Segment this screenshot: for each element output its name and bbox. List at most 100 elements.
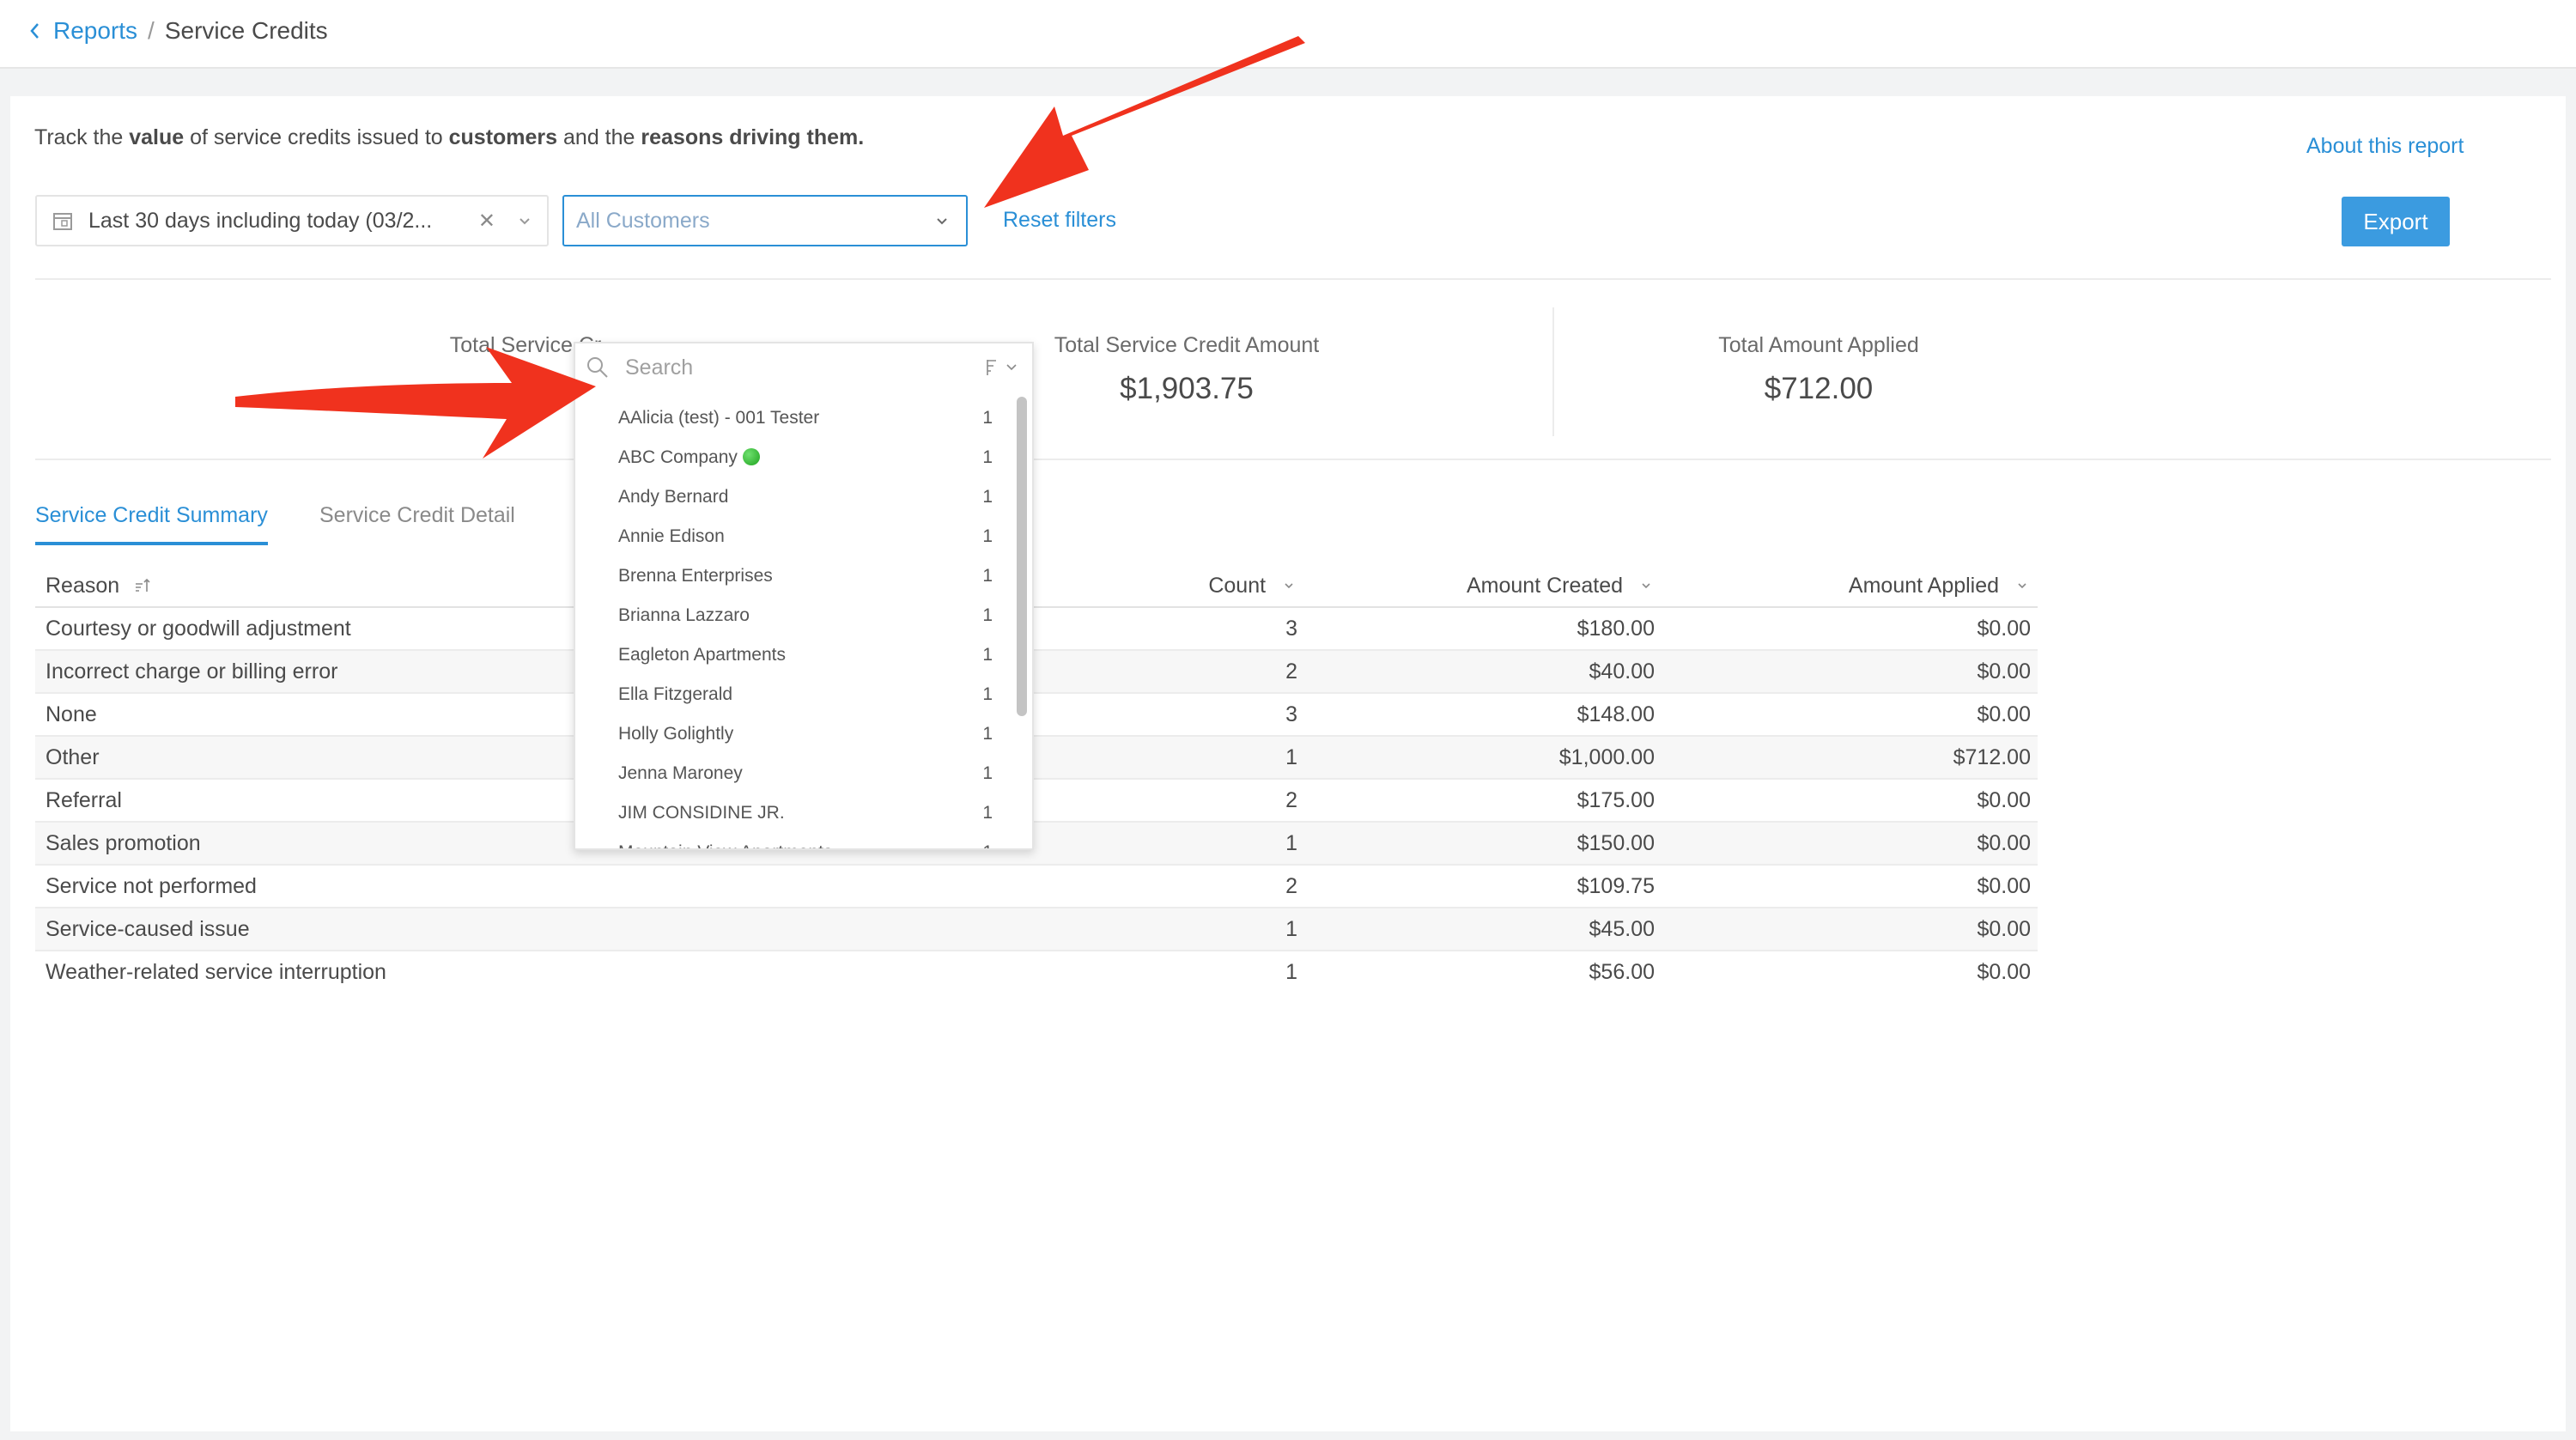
sort-icon[interactable] [982,357,1022,378]
cell-reason: Referral [46,788,122,812]
cell-count: 2 [1285,874,1297,898]
export-button[interactable]: Export [2342,197,2450,246]
customer-option-name: JIM CONSIDINE JR. [618,803,785,823]
tab-service-credit-summary[interactable]: Service Credit Summary [35,503,268,545]
column-header-count[interactable]: Count [1208,565,1297,608]
customer-option[interactable]: Eagleton Apartments 1 [575,635,1013,675]
cell-count: 3 [1285,702,1297,726]
cell-amount-applied: $0.00 [1977,831,2031,855]
customer-option-count: 1 [982,526,993,546]
customer-option[interactable]: Andy Bernard 1 [575,477,1013,517]
dropdown-scrollbar[interactable] [1017,397,1027,716]
customer-filter-placeholder: All Customers [576,208,710,233]
customer-option[interactable]: Annie Edison 1 [575,517,1013,556]
customer-option-name: Mountain View Apartments [618,842,832,848]
table-header-row: Reason Count Amount Created Amount Appli… [35,565,2038,608]
cell-amount-created: $109.75 [1577,874,1655,898]
column-header-amount-applied[interactable]: Amount Applied [1849,565,2031,608]
cell-amount-applied: $0.00 [1977,788,2031,812]
customer-option-count: 1 [982,724,993,744]
customer-option-name: Ella Fitzgerald [618,684,733,704]
customer-option-count: 1 [982,566,993,586]
customer-option-name: Andy Bernard [618,487,729,507]
date-range-filter[interactable]: Last 30 days including today (03/2... ✕ [35,195,549,246]
cell-count: 1 [1285,917,1297,941]
intro-text-3: and the [557,125,641,149]
calendar-icon [53,213,72,230]
cell-reason: Service not performed [46,874,257,898]
clear-icon[interactable]: ✕ [478,209,495,234]
cell-amount-applied: $0.00 [1977,960,2031,984]
cell-amount-created: $1,000.00 [1558,745,1655,769]
cell-amount-applied: $0.00 [1977,702,2031,726]
intro-bold-2: customers [448,125,558,149]
chevron-left-icon [30,23,39,39]
table-row: Other 1 $1,000.00 $712.00 [35,737,2038,780]
customer-option-count: 1 [982,842,993,848]
tab-service-credit-detail[interactable]: Service Credit Detail [319,503,515,528]
cell-amount-applied: $0.00 [1977,659,2031,684]
customer-option-name: Jenna Maroney [618,763,743,783]
customer-option-label: ABC Company [618,447,760,468]
date-range-value: Last 30 days including today (03/2... [88,208,433,233]
sort-asc-icon [136,578,150,592]
dropdown-search-input[interactable] [625,355,951,380]
customer-option-count: 1 [982,645,993,665]
cell-count: 1 [1285,960,1297,984]
breadcrumb-reports-link[interactable]: Reports [26,17,137,45]
breadcrumb-reports-label: Reports [53,17,138,44]
cell-amount-created: $180.00 [1577,617,1655,641]
intro-text-1: Track the [34,125,130,149]
column-header-label: Count [1208,574,1267,598]
stat-total-amount-applied: Total Amount Applied $712.00 [1518,333,2119,406]
cell-amount-created: $175.00 [1577,788,1655,812]
chevron-down-icon [2018,583,2026,589]
chevron-down-icon [1642,583,1650,589]
stat-label: Total Amount Applied [1718,333,1919,357]
customer-option[interactable]: Jenna Maroney 1 [575,754,1013,793]
customer-option-count: 1 [982,605,993,625]
customer-option-name: Eagleton Apartments [618,645,786,665]
customer-filter-select[interactable]: All Customers [562,195,968,246]
customer-option[interactable]: Brianna Lazzaro 1 [575,596,1013,635]
column-header-label: Reason [46,574,120,598]
cell-amount-created: $150.00 [1577,831,1655,855]
customer-option[interactable]: AAlicia (test) - 001 Tester 1 [575,398,1013,438]
customer-option[interactable]: Brenna Enterprises 1 [575,556,1013,596]
cell-reason: Courtesy or goodwill adjustment [46,617,351,641]
table-row: Incorrect charge or billing error 2 $40.… [35,651,2038,694]
cell-count: 3 [1285,617,1297,641]
customer-option-name: Holly Golightly [618,724,734,744]
cell-reason: Service-caused issue [46,917,250,941]
customer-option[interactable]: Mountain View Apartments 1 [575,833,1013,848]
customer-option-name: Brianna Lazzaro [618,605,750,625]
status-dot-icon [742,448,760,465]
column-header-amount-created[interactable]: Amount Created [1467,565,1655,608]
customer-option-count: 1 [982,447,993,467]
cell-count: 1 [1285,745,1297,769]
divider [35,459,2551,460]
customer-option-count: 1 [982,803,993,823]
cell-reason: Other [46,745,100,769]
customer-option[interactable]: ABC Company 1 [575,438,1013,477]
table-row: Courtesy or goodwill adjustment 3 $180.0… [35,608,2038,651]
about-report-link[interactable]: About this report [2306,134,2464,159]
customer-option-name: Annie Edison [618,526,725,546]
cell-count: 2 [1285,659,1297,684]
reset-filters-link[interactable]: Reset filters [1003,208,1116,233]
cell-count: 2 [1285,788,1297,812]
customer-dropdown-menu: AAlicia (test) - 001 Tester 1 ABC Company… [574,342,1034,850]
customer-option[interactable]: Holly Golightly 1 [575,714,1013,754]
customer-option-count: 1 [982,763,993,783]
divider [35,278,2551,280]
intro-bold-1: value [129,125,185,149]
table-row: None 3 $148.00 $0.00 [35,694,2038,737]
customer-option-count: 1 [982,684,993,704]
customer-option[interactable]: Ella Fitzgerald 1 [575,675,1013,714]
chevron-down-icon[interactable] [518,214,532,228]
table-row: Sales promotion 1 $150.00 $0.00 [35,823,2038,866]
column-header-reason[interactable]: Reason [46,565,151,608]
column-header-label: Amount Created [1467,574,1624,598]
customer-option[interactable]: JIM CONSIDINE JR. 1 [575,793,1013,833]
cell-reason: None [46,702,97,726]
